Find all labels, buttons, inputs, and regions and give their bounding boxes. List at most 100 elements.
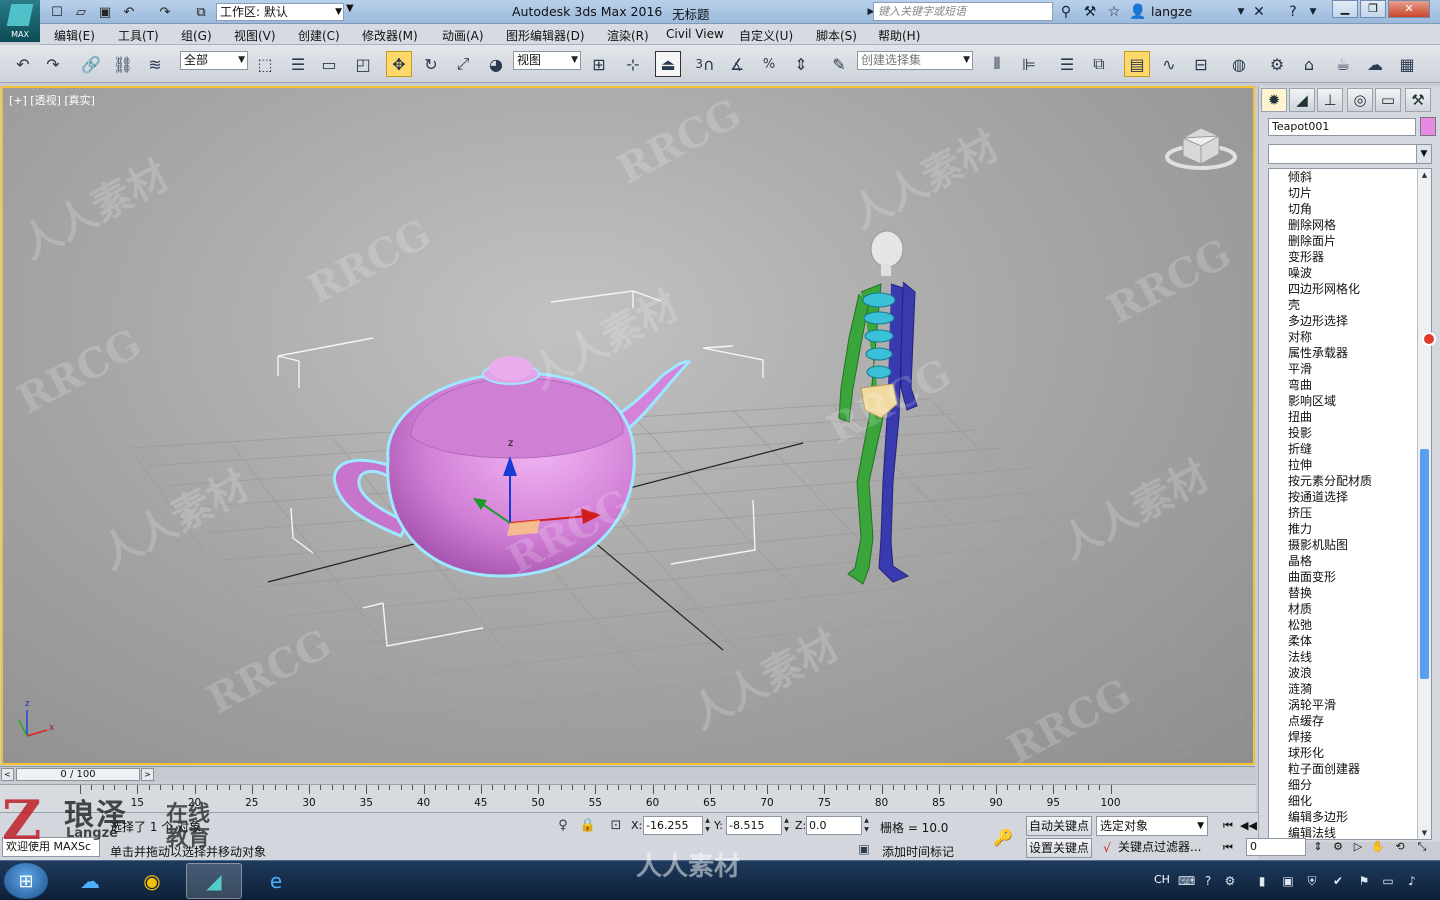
modifier-item[interactable]: 涡轮平滑 — [1288, 697, 1372, 713]
graphite-ribbon-icon[interactable]: ▤ — [1124, 51, 1150, 77]
set-key-button[interactable]: 设置关键点 — [1026, 838, 1092, 858]
hierarchy-tab-icon[interactable]: ⊥ — [1317, 88, 1343, 112]
menu-customize[interactable]: 自定义(U) — [739, 27, 793, 44]
keyboard-icon[interactable]: ⌨ — [1178, 873, 1195, 889]
settings-tray-icon[interactable]: ⚙ — [1222, 873, 1238, 889]
modifier-item[interactable]: 材质 — [1288, 601, 1372, 617]
material-editor-icon[interactable]: ◍ — [1226, 51, 1252, 77]
modifier-item[interactable]: 倾斜 — [1288, 169, 1372, 185]
modifier-item[interactable]: 噪波 — [1288, 265, 1372, 281]
redo-icon[interactable]: ↷ — [156, 3, 174, 21]
modifier-item[interactable]: 推力 — [1288, 521, 1372, 537]
modifier-item[interactable]: 影响区域 — [1288, 393, 1372, 409]
help-tray-icon[interactable]: ? — [1200, 873, 1216, 889]
modifier-item[interactable]: 变形器 — [1288, 249, 1372, 265]
modifier-item[interactable]: 折缝 — [1288, 441, 1372, 457]
selection-lock-icon[interactable]: 🔒 — [578, 814, 598, 836]
help-icon[interactable]: ? — [1284, 3, 1302, 21]
edit-named-selection-icon[interactable]: ✎ — [826, 51, 852, 77]
minimize-button[interactable]: ▁ — [1332, 0, 1358, 18]
modifier-list-dropdown[interactable]: ▼ — [1268, 144, 1432, 164]
modifier-item[interactable]: 波浪 — [1288, 665, 1372, 681]
menu-civil-view[interactable]: Civil View — [666, 27, 724, 41]
volume-icon[interactable]: ♪ — [1404, 873, 1420, 889]
modifier-item[interactable]: 细化 — [1288, 793, 1372, 809]
select-and-scale-icon[interactable]: ⤢ — [450, 51, 476, 77]
app-menu-button[interactable]: MAX — [0, 0, 40, 42]
key-mode-dropdown[interactable]: 选定对象 ▼ — [1096, 816, 1208, 836]
angle-snap-icon[interactable]: ∡ — [724, 51, 750, 77]
menu-scripting[interactable]: 脚本(S) — [816, 27, 857, 44]
windows-start-icon[interactable]: ⊞ — [4, 863, 48, 899]
selection-filter-dropdown[interactable]: 全部 ▼ — [180, 51, 248, 70]
modifier-item[interactable]: 拉伸 — [1288, 457, 1372, 473]
render-in-cloud-icon[interactable]: ☁ — [1362, 51, 1388, 77]
modifier-item[interactable]: 弯曲 — [1288, 377, 1372, 393]
reference-coordinate-dropdown[interactable]: 视图 ▼ — [513, 51, 581, 70]
y-coordinate-field[interactable]: -8.515 — [726, 816, 782, 835]
notification-dot-icon[interactable] — [1422, 332, 1436, 346]
modifier-item[interactable]: 属性承载器 — [1288, 345, 1372, 361]
scrollbar-thumb[interactable] — [1420, 449, 1429, 679]
display-tab-icon[interactable]: ▭ — [1375, 88, 1401, 112]
viewport-label[interactable]: [+] [透视] [真实] — [9, 92, 95, 108]
layer-explorer-icon[interactable]: ⧉ — [1086, 51, 1112, 77]
app-tray-icon[interactable]: ▣ — [1280, 873, 1296, 889]
place-object-icon[interactable]: ◕ — [483, 51, 509, 77]
motion-tab-icon[interactable]: ◎ — [1347, 88, 1373, 112]
menu-create[interactable]: 创建(C) — [298, 27, 340, 44]
unlink-icon[interactable]: ⛓ — [110, 51, 136, 77]
communication-center-icon[interactable]: ⚒ — [1081, 3, 1099, 21]
create-tab-icon[interactable]: ✹ — [1261, 88, 1287, 112]
modifier-list[interactable]: 倾斜 切片 切角 删除网格 删除面片 变形器 噪波 四边形网格化壳多边形选择 对称 属性承载器 平滑… — [1268, 168, 1432, 840]
modifier-item[interactable]: 对称 — [1288, 329, 1372, 345]
modifier-item[interactable]: 扭曲 — [1288, 409, 1372, 425]
menu-edit[interactable]: 编辑(E) — [54, 27, 95, 44]
mirror-icon[interactable]: ⫴ — [984, 51, 1010, 77]
time-tag-icon[interactable]: ▣ — [854, 839, 874, 859]
select-and-rotate-icon[interactable]: ↻ — [418, 51, 444, 77]
perspective-viewport[interactable]: z z x [+] [透视] [真实] 人人素材 RRCG RRCG 人人素材 … — [1, 86, 1255, 765]
scroll-up-icon[interactable]: ▲ — [1418, 169, 1431, 181]
modifier-item[interactable]: 涟漪 — [1288, 681, 1372, 697]
modifier-item[interactable]: 按元素分配材质 — [1288, 473, 1372, 489]
render-setup-icon[interactable]: ⚙ — [1264, 51, 1290, 77]
open-file-icon[interactable]: ▱ — [72, 3, 90, 21]
select-manipulate-icon[interactable]: ⊹ — [620, 51, 646, 77]
previous-frame-icon[interactable]: < — [1, 768, 14, 781]
user-name[interactable]: langze — [1151, 4, 1192, 19]
isolate-selection-icon[interactable]: ♀ — [553, 814, 573, 836]
add-time-tag[interactable]: 添加时间标记 — [882, 843, 954, 860]
previous-key-icon[interactable]: ◀◀ — [1240, 817, 1257, 835]
help-dropdown-icon[interactable]: ▼ — [1304, 3, 1322, 21]
undo-icon[interactable]: ↶ — [120, 3, 138, 21]
percent-snap-icon[interactable]: % — [756, 51, 782, 77]
object-color-swatch[interactable] — [1420, 117, 1436, 136]
render-production-icon[interactable]: ☕ — [1330, 51, 1356, 77]
y-spinner-icon[interactable]: ▲ ▼ — [782, 816, 791, 835]
utilities-tab-icon[interactable]: ⚒ — [1405, 88, 1431, 112]
modifier-item[interactable]: 挤压 — [1288, 505, 1372, 521]
absolute-mode-icon[interactable]: ⊡ — [606, 814, 626, 836]
z-coordinate-field[interactable]: 0.0 — [806, 816, 862, 835]
time-slider[interactable]: < 0 / 100 > — [0, 766, 1255, 782]
named-selection-dropdown[interactable]: 创建选择集 ▼ — [857, 51, 973, 70]
rendered-frame-window-icon[interactable]: ⌂ — [1296, 51, 1322, 77]
go-to-start-icon[interactable]: ⏮ — [1220, 817, 1236, 835]
exchange-apps-icon[interactable]: ✕ — [1250, 3, 1268, 21]
modifier-item[interactable]: 删除面片 — [1288, 233, 1372, 249]
3ds-max-taskbar-icon[interactable]: ◢ — [186, 863, 242, 899]
modifier-item[interactable]: 松弛 — [1288, 617, 1372, 633]
rectangular-selection-icon[interactable]: ▭ — [316, 51, 342, 77]
current-frame-field[interactable]: 0 — [1246, 838, 1306, 856]
modifier-item[interactable]: 焊接 — [1288, 729, 1372, 745]
object-name-field[interactable]: Teapot001 — [1268, 118, 1416, 136]
maximize-viewport-icon[interactable]: ⤡ — [1414, 838, 1430, 856]
modifier-item[interactable]: 晶格 — [1288, 553, 1372, 569]
select-and-link-icon[interactable]: 🔗 — [78, 51, 104, 77]
workspace-dropdown[interactable]: 工作区: 默认 ▼ — [216, 3, 344, 21]
modifier-item[interactable]: 柔体 — [1288, 633, 1372, 649]
search-input[interactable]: 键入关键字或短语 — [873, 2, 1053, 21]
menu-help[interactable]: 帮助(H) — [878, 27, 920, 44]
pivot-center-icon[interactable]: ⊞ — [586, 51, 612, 77]
